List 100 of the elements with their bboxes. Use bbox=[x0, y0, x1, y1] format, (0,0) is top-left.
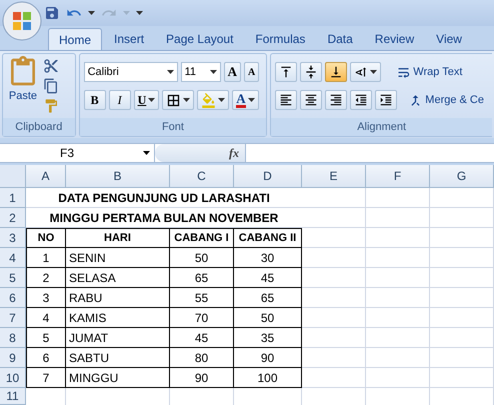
caret-icon bbox=[148, 98, 156, 102]
table-cell: 30 bbox=[234, 248, 302, 268]
column-header[interactable]: F bbox=[366, 165, 430, 188]
column-header[interactable]: A bbox=[26, 165, 66, 188]
row-header[interactable]: 10 bbox=[0, 368, 26, 388]
empty-cell bbox=[430, 188, 494, 208]
table-cell: MINGGU bbox=[66, 368, 170, 388]
save-icon[interactable] bbox=[44, 5, 60, 21]
empty-cell bbox=[430, 288, 494, 308]
ribbon-tab[interactable]: Page Layout bbox=[156, 28, 244, 50]
table-cell: 70 bbox=[170, 308, 234, 328]
ribbon-tab[interactable]: Formulas bbox=[245, 28, 316, 50]
caret-icon bbox=[143, 151, 150, 155]
row-header[interactable]: 4 bbox=[0, 248, 26, 268]
align-right-icon bbox=[329, 93, 344, 107]
row-header[interactable]: 5 bbox=[0, 268, 26, 288]
decrease-indent-button[interactable] bbox=[350, 90, 372, 110]
font-size-field[interactable]: 11 bbox=[180, 62, 221, 82]
column-header[interactable]: C bbox=[170, 165, 234, 188]
grow-font-button[interactable]: A bbox=[224, 62, 241, 82]
empty-cell bbox=[366, 228, 430, 248]
rotated-text-icon bbox=[354, 65, 368, 79]
shrink-font-button[interactable]: A bbox=[244, 62, 260, 82]
borders-button[interactable] bbox=[162, 90, 194, 110]
font-color-button[interactable]: A bbox=[232, 90, 259, 110]
align-center-icon bbox=[304, 93, 318, 107]
table-cell: 50 bbox=[234, 308, 302, 328]
row-header[interactable]: 11 bbox=[0, 388, 26, 405]
caret-icon bbox=[183, 98, 190, 102]
scissors-icon[interactable] bbox=[43, 58, 59, 74]
ribbon-tab[interactable]: Review bbox=[364, 28, 424, 50]
row-header[interactable]: 2 bbox=[0, 208, 26, 228]
row-header[interactable]: 8 bbox=[0, 328, 26, 348]
decrease-indent-icon bbox=[354, 93, 368, 107]
column-header[interactable]: D bbox=[234, 165, 302, 188]
paste-button[interactable]: Paste bbox=[7, 56, 39, 104]
empty-cell bbox=[302, 248, 366, 268]
empty-cell bbox=[430, 348, 494, 368]
insert-function-button[interactable]: fx bbox=[229, 144, 239, 162]
group-label: Alignment bbox=[271, 118, 492, 136]
italic-button[interactable]: I bbox=[108, 90, 131, 110]
table-cell: 5 bbox=[26, 328, 66, 348]
empty-cell bbox=[366, 208, 430, 228]
empty-cell bbox=[430, 208, 494, 228]
vertical-align-button[interactable] bbox=[325, 62, 348, 82]
font-name-field[interactable]: Calibri bbox=[84, 62, 178, 82]
fill-color-button[interactable] bbox=[197, 90, 230, 110]
caret-icon bbox=[248, 98, 255, 102]
bold-button[interactable]: B bbox=[84, 90, 106, 110]
table-cell: 7 bbox=[26, 368, 66, 388]
vertical-align-button[interactable] bbox=[275, 62, 298, 82]
empty-cell bbox=[430, 368, 494, 388]
wrap-text-button[interactable]: Wrap Text bbox=[392, 62, 466, 82]
header-cell: HARI bbox=[66, 228, 170, 248]
table-cell: SELASA bbox=[66, 268, 170, 288]
ribbon-tab[interactable]: Data bbox=[317, 28, 363, 50]
row-header[interactable]: 9 bbox=[0, 348, 26, 368]
empty-cell bbox=[366, 308, 430, 328]
empty-cell bbox=[302, 268, 366, 288]
empty-cell bbox=[366, 288, 430, 308]
row-header[interactable]: 6 bbox=[0, 288, 26, 308]
table-cell: 65 bbox=[170, 268, 234, 288]
table-cell: 80 bbox=[170, 348, 234, 368]
vertical-align-button[interactable] bbox=[300, 62, 322, 82]
row-header[interactable]: 1 bbox=[0, 188, 26, 208]
row-header[interactable]: 7 bbox=[0, 308, 26, 328]
table-cell: 100 bbox=[234, 368, 302, 388]
vertical-align-icon bbox=[304, 65, 318, 79]
copy-icon[interactable] bbox=[43, 78, 59, 94]
align-right-button[interactable] bbox=[325, 90, 348, 110]
merged-title-cell: DATA PENGUNJUNG UD LARASHATI bbox=[26, 188, 302, 208]
column-header[interactable]: B bbox=[66, 165, 170, 188]
caret-icon bbox=[218, 98, 226, 102]
column-header[interactable]: G bbox=[430, 165, 494, 188]
empty-cell bbox=[302, 288, 366, 308]
empty-cell bbox=[302, 308, 366, 328]
empty-cell bbox=[366, 248, 430, 268]
column-header[interactable]: E bbox=[302, 165, 366, 188]
table-cell: JUMAT bbox=[66, 328, 170, 348]
orientation-button[interactable] bbox=[350, 62, 382, 82]
name-box[interactable]: F3 bbox=[0, 144, 155, 162]
empty-cell bbox=[302, 368, 366, 388]
empty-cell bbox=[430, 228, 494, 248]
row-header[interactable]: 3 bbox=[0, 228, 26, 248]
merge-button[interactable]: Merge & Ce bbox=[404, 90, 488, 110]
align-left-button[interactable] bbox=[275, 90, 298, 110]
caret-icon bbox=[88, 11, 95, 15]
align-center-button[interactable] bbox=[300, 90, 322, 110]
table-cell: SENIN bbox=[66, 248, 170, 268]
office-button-icon[interactable] bbox=[2, 1, 42, 41]
increase-indent-button[interactable] bbox=[375, 90, 398, 110]
caret-icon bbox=[166, 70, 174, 74]
table-cell: SABTU bbox=[66, 348, 170, 368]
ribbon-tab[interactable]: Home bbox=[48, 28, 102, 50]
underline-button[interactable]: U bbox=[134, 90, 160, 110]
empty-cell bbox=[430, 248, 494, 268]
ribbon-tab[interactable]: Insert bbox=[104, 28, 154, 50]
table-cell: 2 bbox=[26, 268, 66, 288]
empty-cell bbox=[366, 368, 430, 388]
ribbon-tab[interactable]: View bbox=[426, 28, 472, 50]
